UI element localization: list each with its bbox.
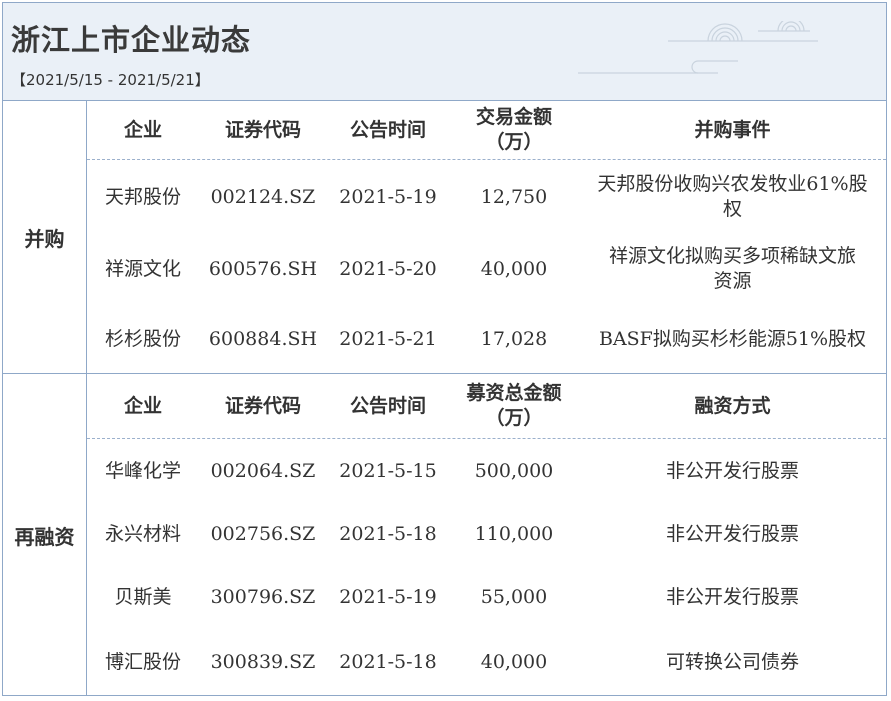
table-cell: 002756.SZ xyxy=(210,523,316,545)
page-title: 浙江上市企业动态 xyxy=(11,23,252,57)
table-cell: 600576.SH xyxy=(208,257,318,280)
table-cell: 博汇股份 xyxy=(104,651,181,673)
table-cell: 贝斯美 xyxy=(114,586,172,608)
table-cell: 500,000 xyxy=(474,460,554,482)
wave-decoration-icon xyxy=(578,21,818,74)
table-cell: 002064.SZ xyxy=(210,460,316,482)
header-date: 公告时间 xyxy=(349,394,426,417)
header-company: 企业 xyxy=(123,394,162,417)
table-cell: 华峰化学 xyxy=(104,460,181,482)
header-amount: 交易金额 （万） xyxy=(475,106,552,153)
table-cell: 杉杉股份 xyxy=(104,327,181,350)
header-event: 并购事件 xyxy=(694,118,771,141)
table-cell: 非公开发行股票 xyxy=(665,523,799,545)
table-cell: 非公开发行股票 xyxy=(665,460,799,482)
table-cell: 300839.SZ xyxy=(210,651,316,673)
table-cell: 2021-5-18 xyxy=(339,523,437,545)
table-cell: 2021-5-19 xyxy=(339,185,437,208)
header-divider xyxy=(87,438,886,439)
table-cell: 2021-5-21 xyxy=(339,327,437,350)
header-code: 证券代码 xyxy=(224,394,301,417)
table-cell: 40,000 xyxy=(480,257,548,280)
mna-section: 并购 企业 证券代码 公告时间 交易金额 （万） 并购事件 天邦股份 00212… xyxy=(3,101,886,374)
table-cell: 祥源文化拟购买多项稀缺文旅 资源 xyxy=(608,245,856,292)
table-cell: 天邦股份 xyxy=(104,185,181,208)
table-cell: 17,028 xyxy=(480,327,548,350)
table-cell: 300796.SZ xyxy=(210,586,316,608)
date-range: 【2021/5/15 - 2021/5/21】 xyxy=(11,71,210,89)
header-divider xyxy=(87,159,886,160)
table-cell: 2021-5-18 xyxy=(339,651,437,673)
header-amount: 募资总金额 （万） xyxy=(466,382,562,429)
table-cell: 12,750 xyxy=(480,185,548,208)
section-label-refinance: 再融资 xyxy=(3,374,87,696)
table-cell: 40,000 xyxy=(480,651,548,673)
refinance-section: 再融资 企业 证券代码 公告时间 募资总金额 （万） 融资方式 华峰化学 002… xyxy=(3,374,886,696)
header-company: 企业 xyxy=(123,118,162,141)
table-cell: 祥源文化 xyxy=(104,257,181,280)
table-cell: 600884.SH xyxy=(208,327,318,350)
table-cell: 2021-5-19 xyxy=(339,586,437,608)
header-method: 融资方式 xyxy=(694,394,771,417)
header-code: 证券代码 xyxy=(224,118,301,141)
table-cell: 非公开发行股票 xyxy=(665,586,799,608)
table-cell: 2021-5-15 xyxy=(339,460,437,482)
table-cell: 天邦股份收购兴农发牧业61%股 权 xyxy=(597,173,868,220)
table-cell: 55,000 xyxy=(480,586,548,608)
table-cell: 2021-5-20 xyxy=(339,257,437,280)
table-cell: 可转换公司债券 xyxy=(665,651,799,673)
table-cell: 110,000 xyxy=(474,523,554,545)
header-date: 公告时间 xyxy=(349,118,426,141)
table-cell: BASF拟购买杉杉能源51%股权 xyxy=(598,327,867,350)
section-label-mna: 并购 xyxy=(3,101,87,373)
report-card: 浙江上市企业动态 【2021/5/15 - 2021/5/21】 并购 企业 证… xyxy=(2,2,887,696)
table-cell: 永兴材料 xyxy=(104,523,181,545)
table-cell: 002124.SZ xyxy=(210,185,316,208)
header-banner: 浙江上市企业动态 【2021/5/15 - 2021/5/21】 xyxy=(3,3,886,101)
